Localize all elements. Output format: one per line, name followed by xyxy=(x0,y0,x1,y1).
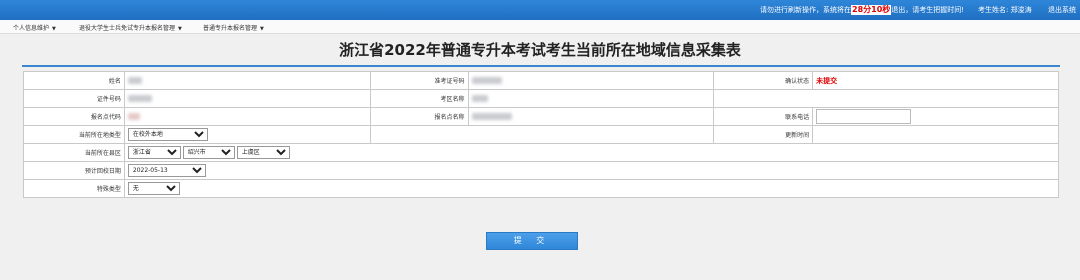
redacted-site-name xyxy=(471,113,512,120)
location-type-cell: 在校外本地 xyxy=(123,125,371,144)
id-label: 证件号码 xyxy=(23,89,125,108)
menu-personal-info[interactable]: 个人信息维护 ▼ xyxy=(13,23,56,32)
confirm-status-label: 确认状态 xyxy=(713,71,814,90)
site-name-value xyxy=(467,107,715,126)
district-select[interactable]: 上虞区 xyxy=(236,146,290,159)
site-code-label: 报名点代码 xyxy=(23,107,125,126)
region-label: 当前所在县区 xyxy=(23,143,125,162)
phone-field[interactable] xyxy=(816,109,912,124)
form-row: 特殊类型 无 xyxy=(23,179,1060,198)
caret-down-icon: ▼ xyxy=(52,26,56,32)
city-select[interactable]: 绍兴市 xyxy=(182,146,235,159)
menu-label: 退役大学生士兵免试专升本报名管理 xyxy=(79,25,176,32)
special-type-select[interactable]: 无 xyxy=(127,182,180,195)
exam-no-label: 准考证号码 xyxy=(369,71,469,90)
submit-button[interactable]: 提 交 xyxy=(486,232,578,250)
countdown-timer: 28分10秒 xyxy=(851,5,892,15)
page-title: 浙江省2022年普通专升本考试考生当前所在地域信息采集表 xyxy=(339,41,741,59)
redacted-id xyxy=(127,95,152,102)
top-bar: 请勿进行刷新操作，系统将在28分10秒退出，请考生把握时间! 考生姓名: 郑浚涛… xyxy=(0,0,1080,20)
redacted-name xyxy=(127,77,142,84)
session-notice: 请勿进行刷新操作，系统将在28分10秒退出，请考生把握时间! xyxy=(760,5,964,15)
info-form-table: 姓名 准考证号码 确认状态 未提交 证件号码 考区名称 报名点代码 报名点名称 … xyxy=(23,71,1060,198)
redacted-exam-no xyxy=(471,77,502,84)
logout-link[interactable]: 退出系统 xyxy=(1048,5,1076,15)
exam-area-value xyxy=(467,89,715,108)
confirm-status-value: 未提交 xyxy=(812,71,1059,90)
location-type-label: 当前所在地类型 xyxy=(23,125,125,144)
site-code-value xyxy=(123,107,371,126)
menu-bar: 个人信息维护 ▼ 退役大学生士兵免试专升本报名管理 ▼ 普通专升本报名管理 ▼ xyxy=(0,20,1080,34)
status-badge: 未提交 xyxy=(816,76,838,85)
location-type-select[interactable]: 在校外本地 xyxy=(127,128,208,141)
form-row: 姓名 准考证号码 确认状态 未提交 xyxy=(23,71,1059,90)
form-row: 报名点代码 报名点名称 联系电话 xyxy=(23,107,1059,126)
title-divider xyxy=(22,65,1060,67)
form-row: 当前所在地类型 在校外本地 更新时间 xyxy=(23,125,1059,144)
phone-value xyxy=(812,107,1059,126)
menu-veteran-registration[interactable]: 退役大学生士兵免试专升本报名管理 ▼ xyxy=(79,23,182,32)
special-type-label: 特殊类型 xyxy=(23,179,125,198)
province-select[interactable]: 浙江省 xyxy=(127,146,181,159)
id-value xyxy=(123,89,371,108)
phone-label: 联系电话 xyxy=(713,107,814,126)
redacted-site-code xyxy=(127,113,140,120)
region-cell: 浙江省 绍兴市 上虞区 xyxy=(123,143,1060,162)
menu-label: 普通专升本报名管理 xyxy=(203,25,258,32)
exam-no-value xyxy=(467,71,715,90)
form-row: 当前所在县区 浙江省 绍兴市 上虞区 xyxy=(23,143,1060,162)
return-date-select[interactable]: 2022-05-13 xyxy=(127,164,206,177)
update-time-label: 更新时间 xyxy=(713,125,814,144)
name-value xyxy=(123,71,371,90)
notice-text-after: 退出，请考生把握时间! xyxy=(891,6,965,14)
name-label: 姓名 xyxy=(23,71,125,90)
empty-cell xyxy=(713,89,1059,108)
empty-cell xyxy=(369,125,715,144)
caret-down-icon: ▼ xyxy=(260,26,264,32)
student-name: 考生姓名: 郑浚涛 xyxy=(978,6,1032,14)
menu-label: 个人信息维护 xyxy=(13,25,50,32)
notice-text-before: 请勿进行刷新操作，系统将在 xyxy=(760,6,851,14)
form-row: 预计回校日期 2022-05-13 xyxy=(23,161,1060,180)
form-row: 证件号码 考区名称 xyxy=(23,89,1059,108)
return-date-cell: 2022-05-13 xyxy=(123,161,1060,180)
exam-area-label: 考区名称 xyxy=(369,89,469,108)
return-date-label: 预计回校日期 xyxy=(23,161,125,180)
redacted-exam-area xyxy=(471,95,488,102)
special-type-cell: 无 xyxy=(123,179,1060,198)
caret-down-icon: ▼ xyxy=(178,26,182,32)
site-name-label: 报名点名称 xyxy=(369,107,469,126)
menu-regular-registration[interactable]: 普通专升本报名管理 ▼ xyxy=(203,23,264,32)
update-time-value xyxy=(812,125,1059,144)
